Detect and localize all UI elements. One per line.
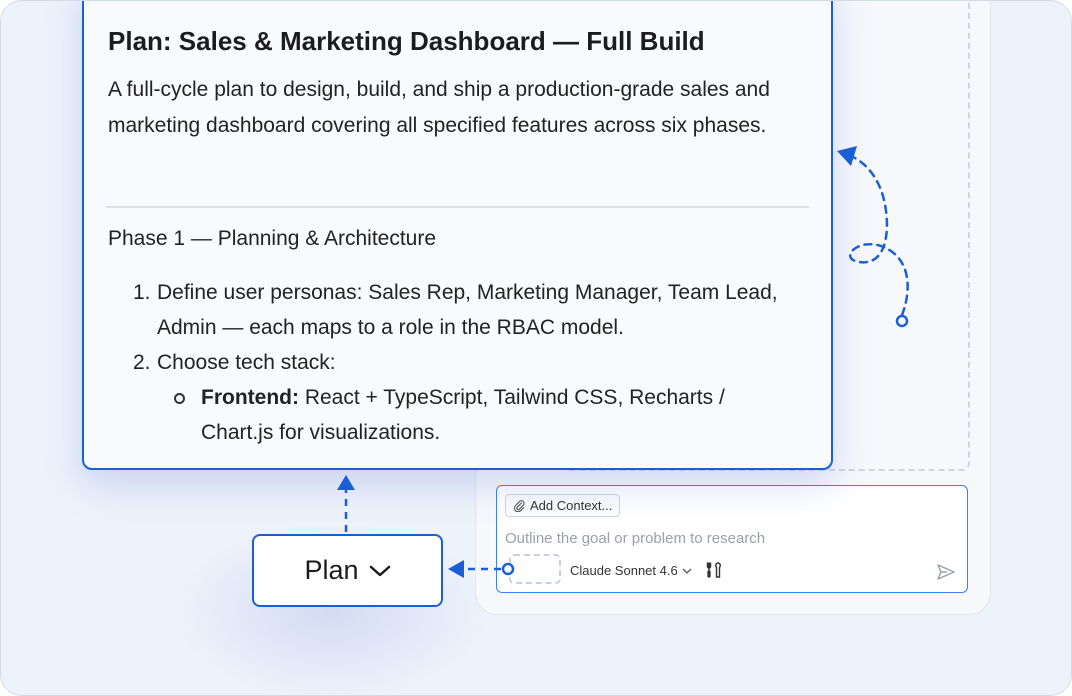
illustration-frame: Add Context... Outline the goal or probl…: [0, 0, 1072, 696]
model-name: Claude Sonnet 4.6: [570, 563, 678, 578]
chevron-down-icon: [369, 565, 390, 576]
step-text: Choose tech stack:: [157, 351, 336, 374]
plan-description: A full-cycle plan to design, build, and …: [108, 78, 770, 137]
divider: [106, 206, 809, 208]
model-selector[interactable]: Claude Sonnet 4.6: [570, 563, 692, 578]
step-text: Define user personas: Sales Rep, Marketi…: [157, 281, 778, 339]
plan-steps: 1. Define user personas: Sales Rep, Mark…: [108, 275, 798, 450]
step-number: 2.: [133, 351, 151, 374]
mode-selector-slot: [509, 554, 561, 584]
step-number: 1.: [133, 281, 151, 304]
list-item: 2. Choose tech stack:: [108, 345, 798, 380]
plan-mode-label: Plan: [304, 555, 359, 585]
paperclip-icon: [513, 500, 525, 512]
phase-heading: Phase 1 — Planning & Architecture: [108, 227, 437, 250]
send-icon[interactable]: [936, 562, 956, 582]
add-context-label: Add Context...: [530, 498, 613, 513]
bullet-icon: [174, 393, 185, 404]
substep-label: Frontend:: [201, 386, 299, 409]
chat-input-placeholder[interactable]: Outline the goal or problem to research: [505, 530, 765, 547]
plan-mode-button[interactable]: Plan: [252, 534, 443, 607]
sub-list-item: Frontend: React + TypeScript, Tailwind C…: [108, 380, 798, 450]
list-item: 1. Define user personas: Sales Rep, Mark…: [108, 275, 798, 345]
chevron-down-icon: [682, 568, 692, 574]
chat-input-box[interactable]: Add Context... Outline the goal or probl…: [496, 485, 968, 593]
plan-card: Plan: Sales & Marketing Dashboard — Full…: [82, 1, 833, 470]
plan-title: Plan: Sales & Marketing Dashboard — Full…: [108, 26, 705, 56]
tools-icon[interactable]: [705, 561, 723, 579]
add-context-button[interactable]: Add Context...: [505, 494, 621, 517]
